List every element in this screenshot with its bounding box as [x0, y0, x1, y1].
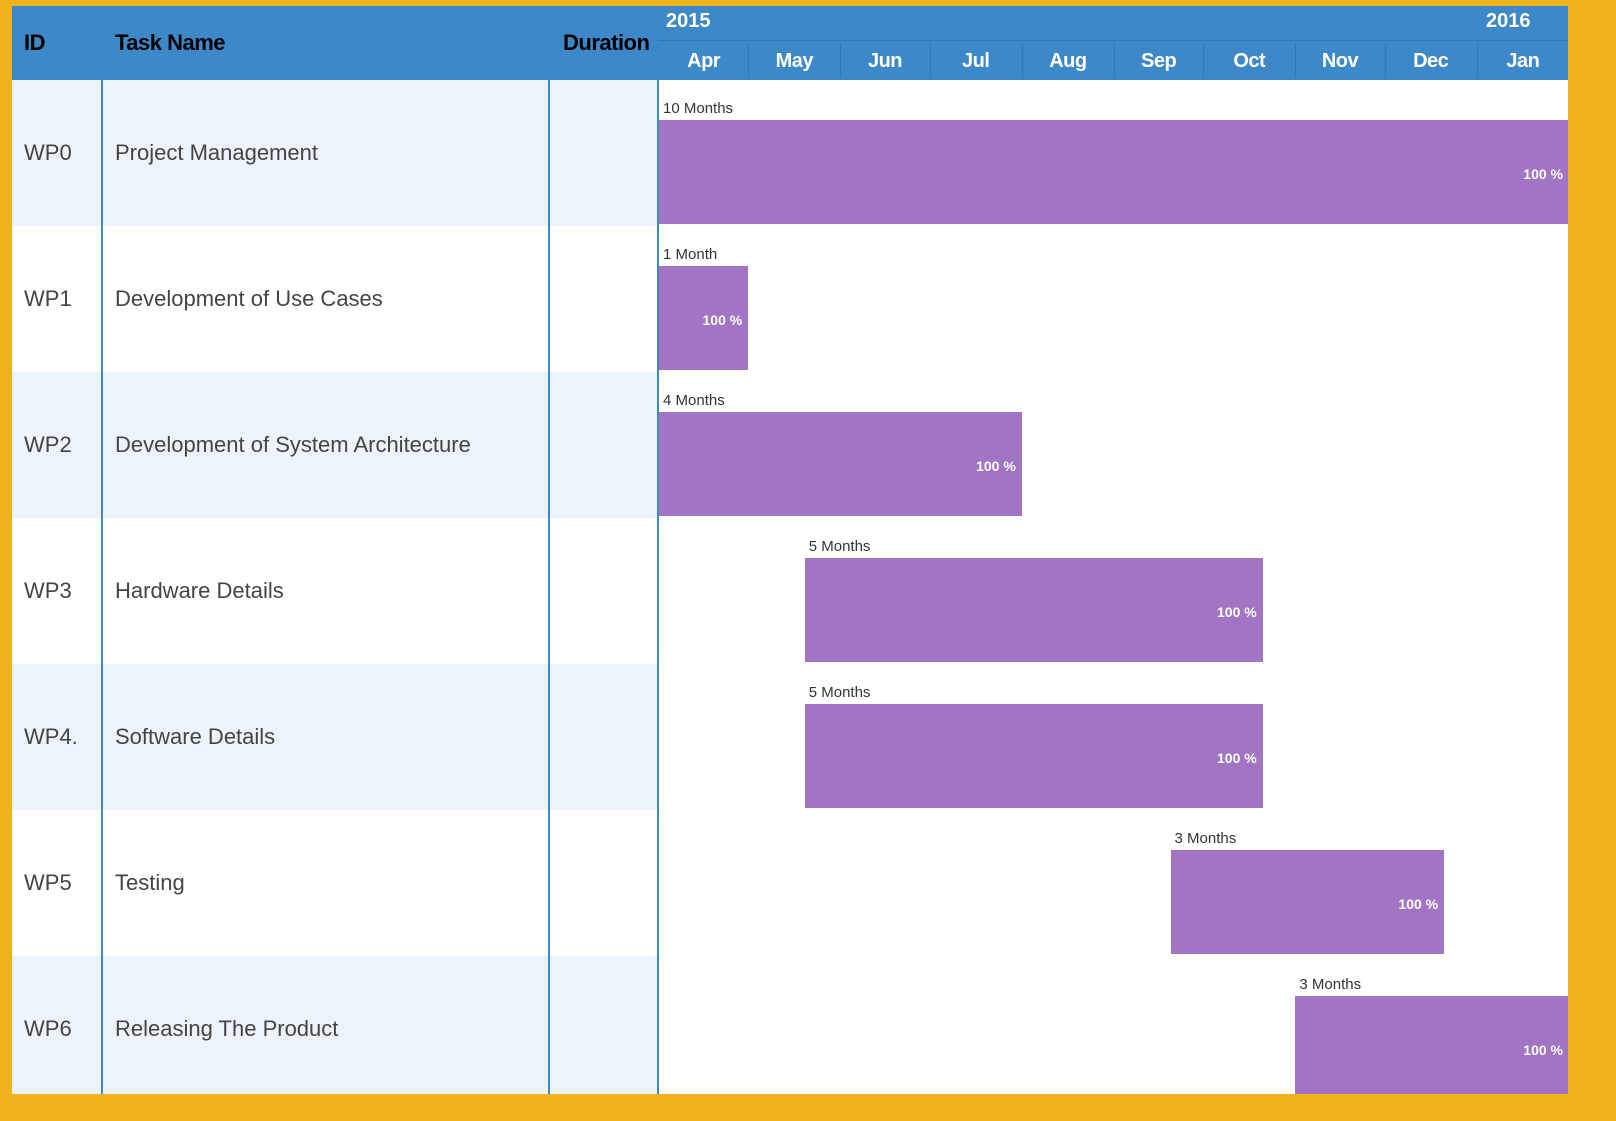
month-label-dec: Dec	[1413, 49, 1449, 72]
gantt-chart: ID Task Name Duration 2015 2016 Apr May Ju…	[12, 6, 1568, 1094]
month-separator	[1384, 44, 1386, 78]
bar-progress-label: 100 %	[1217, 604, 1257, 620]
header-id[interactable]: ID	[24, 6, 46, 80]
gantt-bar[interactable]	[804, 704, 1263, 808]
timeline-row-background	[659, 226, 1568, 372]
task-id: WP2	[24, 432, 72, 457]
month-label-sep: Sep	[1141, 49, 1177, 72]
month-label-jan: Jan	[1506, 49, 1540, 72]
header-duration[interactable]: Duration	[563, 6, 650, 80]
task-id: WP3	[24, 578, 72, 603]
column-divider-name	[548, 80, 550, 1094]
month-separator	[1476, 44, 1478, 78]
month-separator	[1114, 44, 1115, 78]
task-id: WP5	[24, 870, 72, 895]
year-label-2015: 2015	[666, 10, 711, 32]
task-name: Hardware Details	[115, 578, 284, 603]
month-label-jun: Jun	[867, 49, 903, 72]
bar-progress-label: 100 %	[1523, 166, 1563, 182]
bar-duration-label: 5 Months	[808, 538, 871, 555]
bar-duration-label: 3 Months	[1174, 830, 1237, 847]
task-name: Development of Use Cases	[115, 286, 383, 311]
month-separator	[840, 44, 842, 78]
month-label-oct: Oct	[1233, 49, 1266, 72]
month-label-apr: Apr	[687, 49, 721, 72]
month-separator	[929, 44, 931, 78]
bar-duration-label: 4 Months	[663, 392, 725, 409]
task-name: Software Details	[115, 724, 276, 749]
gantt-bar[interactable]	[659, 120, 1568, 224]
month-label-nov: Nov	[1321, 49, 1359, 72]
month-label-aug: Aug	[1049, 49, 1087, 72]
task-id: WP4.	[24, 724, 78, 749]
month-separator	[1021, 44, 1023, 78]
month-label-may: May	[775, 49, 814, 72]
task-name: Testing	[115, 870, 185, 895]
bar-duration-label: 3 Months	[1299, 976, 1362, 993]
bar-progress-label: 100 %	[702, 312, 743, 328]
task-name: Releasing The Product	[115, 1016, 339, 1041]
month-separator	[1203, 44, 1205, 78]
header-task-name[interactable]: Task Name	[115, 6, 226, 80]
month-separator	[1295, 44, 1297, 78]
month-separator	[748, 44, 750, 78]
bar-progress-label: 100 %	[1523, 1042, 1563, 1058]
bar-progress-label: 100 %	[1398, 896, 1439, 912]
bar-duration-label: 5 Months	[808, 684, 871, 701]
task-id: WP6	[24, 1016, 72, 1041]
bar-duration-label: 1 Month	[663, 246, 718, 263]
column-divider-id	[101, 80, 103, 1094]
month-label-jul: Jul	[962, 49, 990, 72]
task-id: WP1	[24, 286, 72, 311]
bar-progress-label: 100 %	[1217, 750, 1257, 766]
bar-progress-label: 100 %	[976, 458, 1016, 474]
column-divider-duration	[657, 80, 659, 1094]
bar-duration-label: 10 Months	[663, 100, 734, 117]
task-name: Project Management	[115, 140, 318, 165]
year-label-2016: 2016	[1486, 10, 1531, 32]
task-id: WP0	[24, 140, 72, 165]
year-month-divider	[658, 40, 1568, 41]
task-name: Development of System Architecture	[115, 432, 471, 457]
gantt-bar[interactable]	[659, 412, 1022, 516]
gantt-bar[interactable]	[804, 558, 1263, 662]
